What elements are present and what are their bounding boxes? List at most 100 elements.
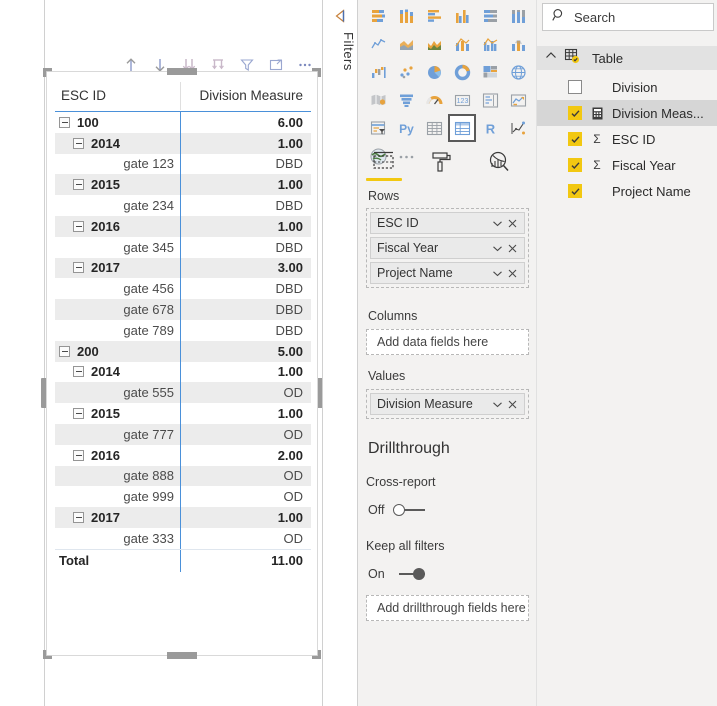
field-list-item[interactable]: Division bbox=[537, 74, 717, 100]
field-list-item[interactable]: Division Meas... bbox=[537, 100, 717, 126]
stacked-area-chart-icon[interactable] bbox=[420, 30, 448, 58]
field-checkbox-unchecked[interactable] bbox=[568, 80, 582, 94]
fields-tab[interactable] bbox=[366, 148, 402, 184]
waterfall-chart-icon[interactable] bbox=[364, 58, 392, 86]
column-header-division-measure[interactable]: Division Measure bbox=[180, 88, 311, 103]
filled-map-icon[interactable] bbox=[364, 86, 392, 114]
selection-handle-top-left[interactable] bbox=[43, 68, 52, 77]
gauge-chart-icon[interactable] bbox=[420, 86, 448, 114]
field-checkbox-checked[interactable] bbox=[568, 184, 582, 198]
filters-pane-collapsed[interactable]: Filters bbox=[323, 0, 358, 706]
matrix-visual-container[interactable]: ESC ID Division Measure 100 6.00 2014 1.00 g… bbox=[43, 68, 321, 659]
matrix-row[interactable]: 2017 3.00 bbox=[55, 257, 311, 279]
collapse-expander-icon[interactable] bbox=[73, 137, 84, 149]
collapse-expander-icon[interactable] bbox=[73, 179, 84, 191]
pie-chart-icon[interactable] bbox=[420, 58, 448, 86]
field-well-chip[interactable]: Division Measure bbox=[370, 393, 525, 415]
matrix-row[interactable]: gate 345 DBD bbox=[55, 236, 311, 258]
r-script-visual-icon[interactable]: R bbox=[476, 114, 504, 142]
slicer-icon[interactable] bbox=[364, 114, 392, 142]
collapse-expander-icon[interactable] bbox=[59, 345, 70, 357]
matrix-row[interactable]: 2016 2.00 bbox=[55, 444, 311, 466]
matrix-row[interactable]: 2015 1.00 bbox=[55, 403, 311, 424]
area-chart-icon[interactable] bbox=[392, 30, 420, 58]
field-list-item[interactable]: Project Name bbox=[537, 178, 717, 204]
field-checkbox-checked[interactable] bbox=[568, 132, 582, 146]
expand-left-icon[interactable] bbox=[333, 8, 349, 24]
selection-handle-bottom-right[interactable] bbox=[312, 650, 321, 659]
keep-all-filters-toggle[interactable] bbox=[393, 567, 427, 581]
values-well[interactable]: Division Measure bbox=[366, 389, 529, 419]
drillthrough-well-placeholder[interactable]: Add drillthrough fields here bbox=[366, 595, 529, 621]
table-icon[interactable] bbox=[420, 114, 448, 142]
matrix-icon[interactable] bbox=[448, 114, 476, 142]
field-well-chip[interactable]: Project Name bbox=[370, 262, 525, 284]
columns-well-placeholder[interactable]: Add data fields here bbox=[366, 329, 529, 355]
python-visual-icon[interactable]: Py bbox=[392, 114, 420, 142]
kpi-icon[interactable] bbox=[504, 86, 532, 114]
selection-handle-top[interactable] bbox=[167, 68, 197, 75]
matrix-row[interactable]: gate 777 OD bbox=[55, 423, 311, 445]
matrix-row[interactable]: gate 333 OD bbox=[55, 527, 311, 549]
100-stacked-bar-chart-icon[interactable] bbox=[476, 2, 504, 30]
collapse-expander-icon[interactable] bbox=[73, 512, 84, 524]
map-icon[interactable] bbox=[504, 58, 532, 86]
matrix-row[interactable]: gate 123 DBD bbox=[55, 153, 311, 175]
card-icon[interactable]: 123 bbox=[448, 86, 476, 114]
remove-field-icon[interactable] bbox=[505, 216, 520, 231]
analytics-tab[interactable] bbox=[482, 148, 518, 184]
field-checkbox-checked[interactable] bbox=[568, 106, 582, 120]
selection-handle-bottom-left[interactable] bbox=[43, 650, 52, 659]
matrix-row[interactable]: gate 789 DBD bbox=[55, 319, 311, 341]
collapse-expander-icon[interactable] bbox=[73, 262, 84, 274]
format-tab[interactable] bbox=[424, 148, 460, 184]
scatter-chart-icon[interactable] bbox=[392, 58, 420, 86]
remove-field-icon[interactable] bbox=[505, 266, 520, 281]
matrix-row[interactable]: gate 555 OD bbox=[55, 382, 311, 404]
selection-handle-bottom[interactable] bbox=[167, 652, 197, 659]
search-input[interactable]: Search bbox=[574, 10, 615, 25]
remove-field-icon[interactable] bbox=[505, 241, 520, 256]
column-header-esc-id[interactable]: ESC ID bbox=[55, 88, 180, 103]
matrix-row[interactable]: 100 6.00 bbox=[55, 112, 311, 133]
remove-field-icon[interactable] bbox=[505, 397, 520, 412]
ribbon-chart-icon[interactable] bbox=[504, 30, 532, 58]
chevron-down-icon[interactable] bbox=[490, 241, 505, 256]
field-well-chip[interactable]: Fiscal Year bbox=[370, 237, 525, 259]
clustered-bar-chart-icon[interactable] bbox=[420, 2, 448, 30]
matrix-row[interactable]: 200 5.00 bbox=[55, 340, 311, 362]
field-well-chip[interactable]: ESC ID bbox=[370, 212, 525, 234]
matrix-row[interactable]: 2016 1.00 bbox=[55, 215, 311, 237]
search-field-container[interactable]: Search bbox=[542, 3, 714, 31]
selection-handle-top-right[interactable] bbox=[312, 68, 321, 77]
chevron-down-icon[interactable] bbox=[490, 216, 505, 231]
matrix-row[interactable]: 2014 1.00 bbox=[55, 361, 311, 383]
clustered-column-chart-icon[interactable] bbox=[448, 2, 476, 30]
matrix-row[interactable]: gate 456 DBD bbox=[55, 278, 311, 300]
multi-row-card-icon[interactable] bbox=[476, 86, 504, 114]
collapse-expander-icon[interactable] bbox=[73, 366, 84, 378]
matrix-row[interactable]: gate 234 DBD bbox=[55, 195, 311, 216]
cross-report-toggle[interactable] bbox=[393, 503, 427, 517]
matrix-row[interactable]: 2014 1.00 bbox=[55, 132, 311, 154]
funnel-chart-icon[interactable] bbox=[392, 86, 420, 114]
rows-well[interactable]: ESC ID Fiscal Year Project Name bbox=[366, 208, 529, 288]
matrix-row[interactable]: 2015 1.00 bbox=[55, 174, 311, 196]
matrix-row[interactable]: gate 888 OD bbox=[55, 465, 311, 487]
matrix-row[interactable]: 2017 1.00 bbox=[55, 507, 311, 528]
chevron-up-icon[interactable] bbox=[545, 49, 557, 67]
chevron-down-icon[interactable] bbox=[490, 266, 505, 281]
collapse-expander-icon[interactable] bbox=[59, 116, 70, 128]
stacked-bar-chart-icon[interactable] bbox=[364, 2, 392, 30]
100-stacked-column-chart-icon[interactable] bbox=[504, 2, 532, 30]
field-list-item[interactable]: Σ ESC ID bbox=[537, 126, 717, 152]
stacked-column-chart-icon[interactable] bbox=[392, 2, 420, 30]
matrix-row[interactable]: gate 678 DBD bbox=[55, 299, 311, 320]
field-checkbox-checked[interactable] bbox=[568, 158, 582, 172]
field-list-item[interactable]: Σ Fiscal Year bbox=[537, 152, 717, 178]
key-influencers-icon[interactable] bbox=[504, 114, 532, 142]
collapse-expander-icon[interactable] bbox=[73, 449, 84, 461]
fields-table-group-header[interactable]: Table bbox=[537, 46, 717, 70]
chevron-down-icon[interactable] bbox=[490, 397, 505, 412]
donut-chart-icon[interactable] bbox=[448, 58, 476, 86]
